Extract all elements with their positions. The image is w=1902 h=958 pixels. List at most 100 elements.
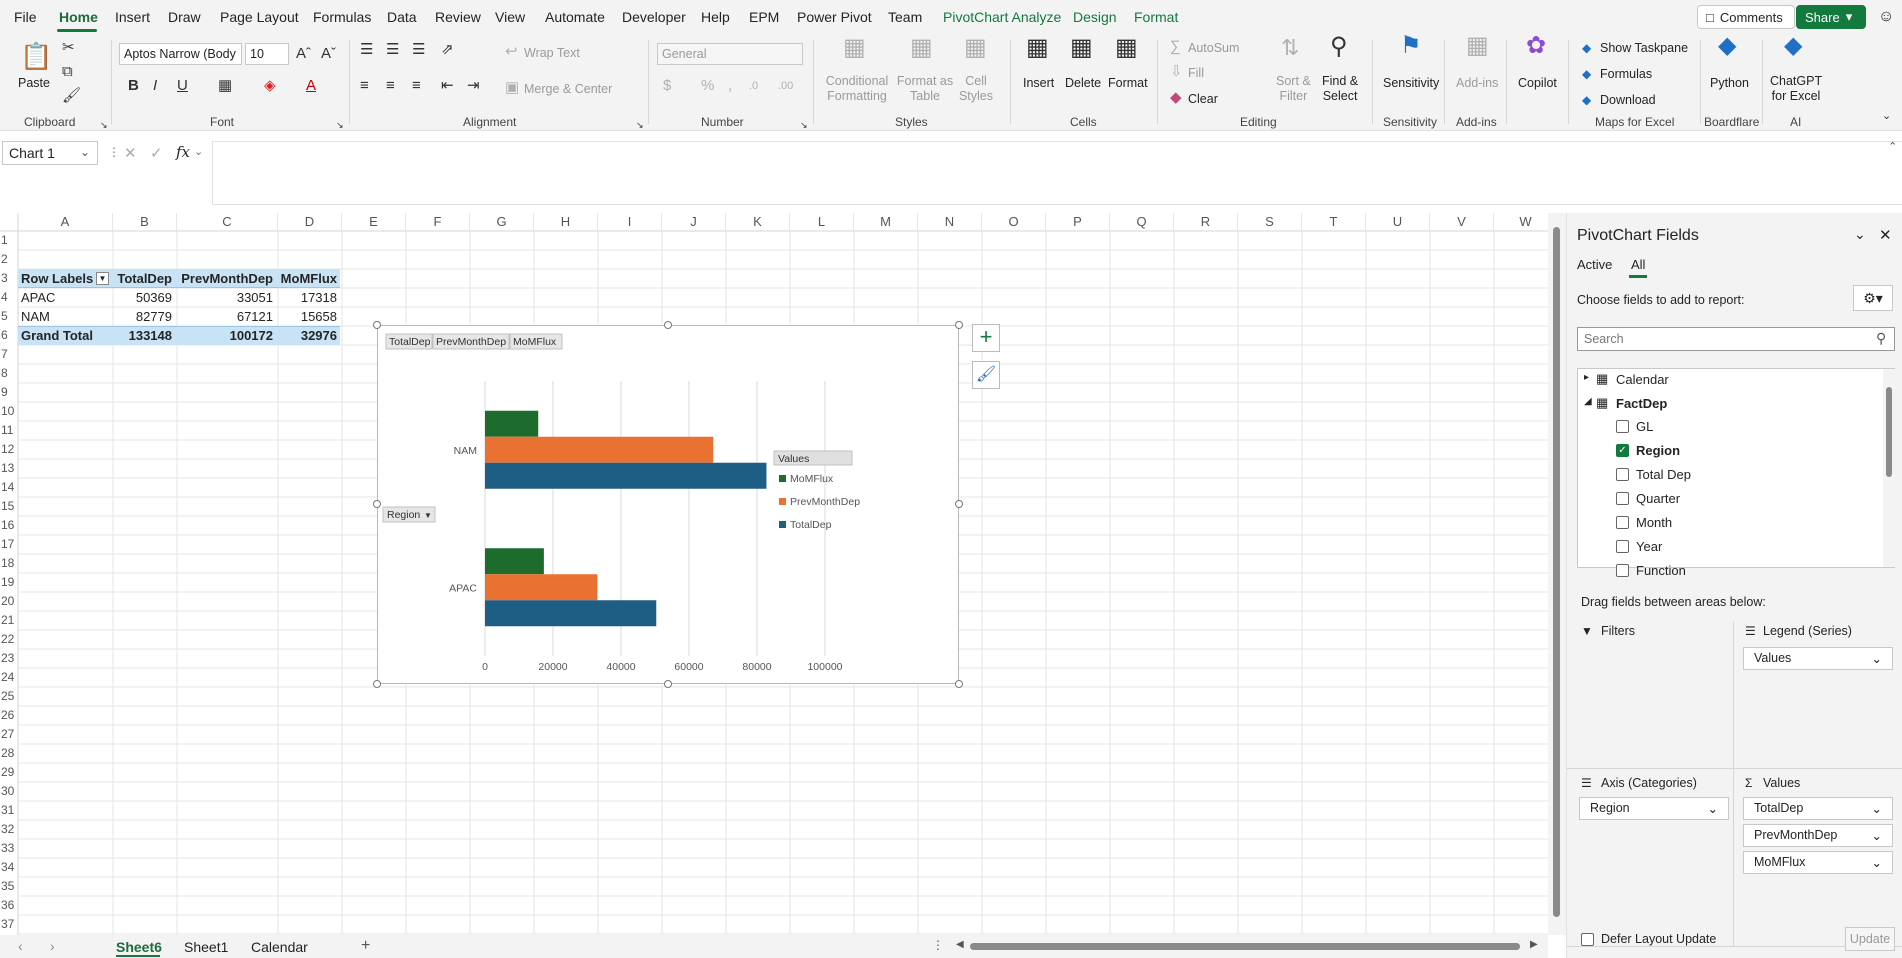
chatgpt-button[interactable]: ChatGPT for Excel <box>1770 74 1822 104</box>
column-header[interactable]: O <box>982 213 1046 231</box>
menu-power-pivot[interactable]: Power Pivot <box>797 9 872 25</box>
decrease-font-icon[interactable]: Aˇ <box>321 46 336 62</box>
row-header[interactable]: 10 <box>0 402 16 421</box>
menu-format[interactable]: Format <box>1134 9 1178 25</box>
menu-home[interactable]: Home <box>59 9 98 25</box>
field-checkbox[interactable] <box>1616 516 1629 529</box>
delete-cells-button[interactable]: Delete <box>1065 76 1101 91</box>
clear-button[interactable]: Clear <box>1188 92 1218 107</box>
format-cells-button[interactable]: Format <box>1108 76 1148 91</box>
align-left-icon[interactable]: ≡ <box>360 78 369 94</box>
field-label[interactable]: Month <box>1636 515 1672 530</box>
row-header[interactable]: 3 <box>0 269 16 288</box>
increase-indent-icon[interactable]: ⇥ <box>467 78 480 94</box>
find-select-button[interactable]: Find & Select <box>1322 74 1358 104</box>
row-header[interactable]: 26 <box>0 706 16 725</box>
resize-handle[interactable] <box>955 500 963 508</box>
column-header[interactable]: T <box>1302 213 1366 231</box>
prev-sheet-icon[interactable]: ‹ <box>18 938 23 954</box>
align-center-icon[interactable]: ≡ <box>386 78 395 94</box>
underline-icon[interactable]: U <box>177 78 188 94</box>
field-list[interactable]: ▸ ▦ Calendar ◢ ▦ FactDep GL ✓ Region Total … <box>1577 368 1895 578</box>
sensitivity-button[interactable]: Sensitivity <box>1383 76 1439 91</box>
menu-insert[interactable]: Insert <box>115 9 150 25</box>
values-field-totaldep[interactable]: TotalDep ⌄ <box>1743 797 1893 820</box>
align-middle-icon[interactable]: ☰ <box>386 42 399 58</box>
table-factdep[interactable]: FactDep <box>1616 396 1667 411</box>
row-header[interactable]: 23 <box>0 649 16 668</box>
menu-help[interactable]: Help <box>701 9 730 25</box>
fill-button[interactable]: Fill <box>1188 66 1204 81</box>
axis-field-region[interactable]: Region ⌄ <box>1579 797 1729 820</box>
menu-team[interactable]: Team <box>888 9 922 25</box>
row-header[interactable]: 27 <box>0 725 16 744</box>
resize-handle[interactable] <box>664 321 672 329</box>
font-name-box[interactable]: Aptos Narrow (Body <box>119 43 242 65</box>
dialog-launcher-icon[interactable]: ↘ <box>100 117 108 133</box>
field-list-scrollbar[interactable] <box>1883 369 1895 567</box>
row-header[interactable]: 4 <box>0 288 16 307</box>
pivot-cell[interactable]: 82779 <box>112 307 175 326</box>
field-checkbox[interactable] <box>1616 468 1629 481</box>
wrap-text-button[interactable]: Wrap Text <box>524 46 580 61</box>
row-header[interactable]: 18 <box>0 554 16 573</box>
legend-field-values[interactable]: Values ⌄ <box>1743 647 1893 670</box>
more-options-icon[interactable]: ⋮ <box>108 145 120 159</box>
row-header[interactable]: 14 <box>0 478 16 497</box>
column-header[interactable]: I <box>598 213 662 231</box>
resize-handle[interactable] <box>955 680 963 688</box>
align-top-icon[interactable]: ☰ <box>360 42 373 58</box>
menu-data[interactable]: Data <box>387 9 417 25</box>
conditional-formatting-button[interactable]: Conditional Formatting <box>822 74 892 104</box>
field-label[interactable]: Year <box>1636 539 1662 554</box>
row-header[interactable]: 20 <box>0 592 16 611</box>
borders-icon[interactable]: ▦ <box>218 78 232 94</box>
orientation-icon[interactable]: ⇗ <box>441 42 454 58</box>
pivot-chart[interactable]: TotalDep PrevMonthDep MoMFlux Region ▼ 0 20000… <box>377 325 959 684</box>
update-button[interactable]: Update <box>1845 927 1895 951</box>
italic-icon[interactable]: I <box>153 78 157 94</box>
formula-input[interactable] <box>212 141 1902 205</box>
dialog-launcher-icon[interactable]: ↘ <box>636 117 644 133</box>
row-header[interactable]: 30 <box>0 782 16 801</box>
align-bottom-icon[interactable]: ☰ <box>412 42 425 58</box>
enter-icon[interactable]: ✓ <box>150 144 163 162</box>
field-label[interactable]: GL <box>1636 419 1653 434</box>
scroll-right-icon[interactable]: ▶ <box>1530 939 1538 950</box>
increase-font-icon[interactable]: Aˆ <box>296 46 311 62</box>
resize-handle[interactable] <box>955 321 963 329</box>
maps-download-button[interactable]: Download <box>1600 93 1656 108</box>
pivot-total-cell[interactable]: 32976 <box>276 326 340 345</box>
close-icon[interactable]: ✕ <box>1879 226 1892 244</box>
menu-design[interactable]: Design <box>1073 9 1117 25</box>
person-icon[interactable]: ☺ <box>1878 8 1894 26</box>
row-header[interactable]: 32 <box>0 820 16 839</box>
column-header[interactable]: P <box>1046 213 1110 231</box>
field-checkbox[interactable] <box>1616 564 1629 577</box>
field-checkbox[interactable] <box>1616 540 1629 553</box>
column-header[interactable]: L <box>790 213 854 231</box>
row-header[interactable]: 25 <box>0 687 16 706</box>
row-header[interactable]: 15 <box>0 497 16 516</box>
pivot-total-cell[interactable]: 133148 <box>112 326 175 345</box>
menu-draw[interactable]: Draw <box>168 9 201 25</box>
more-options-icon[interactable]: ⋮ <box>932 938 944 952</box>
dialog-launcher-icon[interactable]: ↘ <box>336 117 344 133</box>
merge-center-button[interactable]: Merge & Center <box>524 82 612 97</box>
show-taskpane-button[interactable]: Show Taskpane <box>1600 41 1688 56</box>
insert-function-button[interactable]: fx <box>176 143 190 161</box>
currency-icon[interactable]: $ <box>663 78 671 94</box>
field-label[interactable]: Total Dep <box>1636 467 1691 482</box>
decrease-indent-icon[interactable]: ⇤ <box>441 78 454 94</box>
menu-view[interactable]: View <box>495 9 525 25</box>
scroll-left-icon[interactable]: ◀ <box>956 939 964 950</box>
chart-elements-plus-icon[interactable]: + <box>972 324 1000 352</box>
row-header[interactable]: 17 <box>0 535 16 554</box>
python-button[interactable]: Python <box>1710 76 1749 91</box>
menu-pivotchart-analyze[interactable]: PivotChart Analyze <box>943 9 1061 25</box>
row-header[interactable]: 28 <box>0 744 16 763</box>
share-button[interactable]: Share ▾ <box>1796 5 1866 29</box>
pivot-row-label[interactable]: APAC <box>18 288 58 307</box>
field-checkbox[interactable] <box>1616 420 1629 433</box>
cut-icon[interactable]: ✂ <box>62 40 75 56</box>
